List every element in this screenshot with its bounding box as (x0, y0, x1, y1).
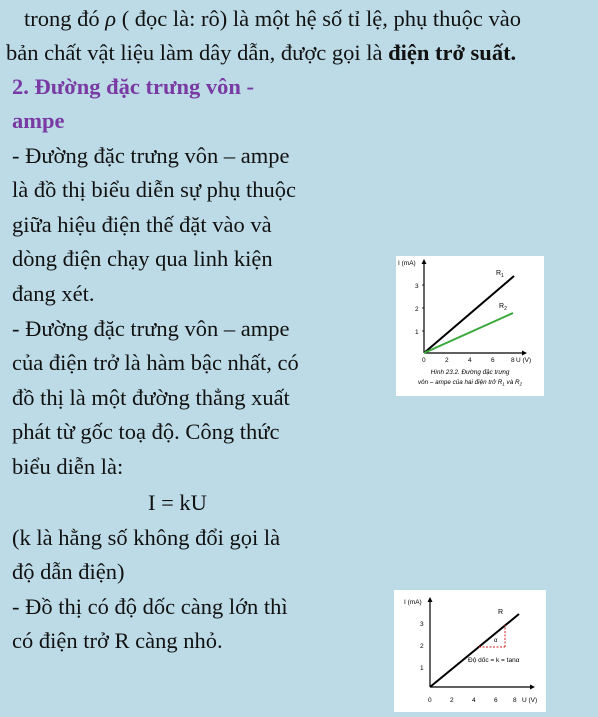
figure-iv-two-resistors: I (mA) U (V) 0 2 4 6 8 1 2 3 R1 R2 Hình … (396, 256, 544, 396)
x-tick: 0 (422, 357, 426, 364)
y-tick: 2 (415, 306, 419, 313)
x-tick: 8 (511, 357, 515, 364)
body-line: - Đường đặc trưng vôn – ampe (12, 143, 290, 168)
y-tick: 3 (415, 283, 419, 290)
body-line: (k là hằng số không đổi gọi là (12, 525, 281, 550)
body-line: phát từ gốc toạ độ. Công thức (12, 419, 280, 444)
rho-symbol: ρ (105, 6, 117, 31)
intro-text: ( đọc là: rô) là một hệ số tỉ lệ, phụ th… (116, 6, 521, 31)
body-line: là đồ thị biểu diễn sự phụ thuộc (12, 177, 297, 202)
body-line: có điện trở R càng nhỏ. (12, 628, 223, 653)
x-tick: 4 (472, 697, 476, 704)
y-axis-arrow (427, 597, 433, 602)
section-heading: 2. Đường đặc trưng vôn - (12, 74, 254, 99)
alpha-label: α (494, 638, 498, 644)
body-line: - Đồ thị có độ dốc càng lớn thì (12, 594, 288, 619)
figure2-graph: I (mA) U (V) 0 2 4 6 8 1 2 3 R α Độ dốc … (404, 597, 537, 704)
x-tick: 8 (513, 697, 517, 704)
formula: I = kU (148, 490, 207, 515)
x-tick: 6 (494, 697, 498, 704)
figure1-caption-line2: vôn – ampe của hai điện trở R1 và R2 (418, 378, 523, 387)
y-tick: 3 (420, 621, 424, 628)
x-tick: 2 (445, 357, 449, 364)
body-line: biểu diễn là: (12, 454, 124, 479)
slope-formula: Độ dốc = k = tanα (468, 655, 520, 664)
x-axis-label: U (V) (522, 697, 537, 704)
body-line: - Đường đặc trưng vôn – ampe (12, 316, 290, 341)
x-tick: 4 (468, 357, 472, 364)
series-r2-line (423, 312, 514, 354)
figure-slope: I (mA) U (V) 0 2 4 6 8 1 2 3 R α Độ dốc … (394, 590, 546, 712)
x-tick: 0 (428, 697, 432, 704)
intro-text: bản chất vật liệu làm dây dẫn, được gọi … (6, 40, 389, 65)
intro-text: trong đó (24, 6, 106, 31)
intro-line-2: bản chất vật liệu làm dây dẫn, được gọi … (6, 36, 516, 70)
y-tick: 1 (420, 665, 424, 672)
x-axis-label: U (V) (516, 357, 531, 364)
line-r (429, 613, 520, 688)
body-line: đồ thị là một đường thẳng xuất (12, 385, 290, 410)
section-heading-cont: ampe (12, 108, 65, 133)
y-tick: 2 (420, 643, 424, 650)
x-tick: 6 (491, 357, 495, 364)
y-axis-arrow (421, 259, 427, 264)
figure1-caption-line1: Hình 23.2. Đường đặc trưng (431, 369, 510, 376)
y-axis-label: I (mA) (404, 599, 422, 606)
figure1-graph: I (mA) U (V) 0 2 4 6 8 1 2 3 R1 R2 Hình … (398, 259, 531, 387)
series-r1-label: R1 (496, 270, 504, 279)
x-tick: 2 (450, 697, 454, 704)
body-line: giữa hiệu điện thế đặt vào và (12, 212, 272, 237)
y-axis-label: I (mA) (398, 260, 416, 267)
y-tick: 1 (415, 329, 419, 336)
x-axis-arrow (522, 350, 527, 356)
term-bold: điện trở suất. (388, 40, 517, 65)
intro-line-1: trong đó ρ ( đọc là: rô) là một hệ số tỉ… (24, 2, 521, 36)
body-line: của điện trở là hàm bậc nhất, có (12, 350, 299, 375)
body-line: độ dẫn điện) (12, 559, 125, 584)
body-line: đang xét. (12, 281, 95, 306)
series-r2-label: R2 (499, 303, 507, 312)
x-axis-arrow (530, 684, 535, 690)
line-r-label: R (498, 609, 503, 616)
series-r1-line (423, 275, 515, 354)
body-line: dòng điện chạy qua linh kiện (12, 246, 273, 271)
